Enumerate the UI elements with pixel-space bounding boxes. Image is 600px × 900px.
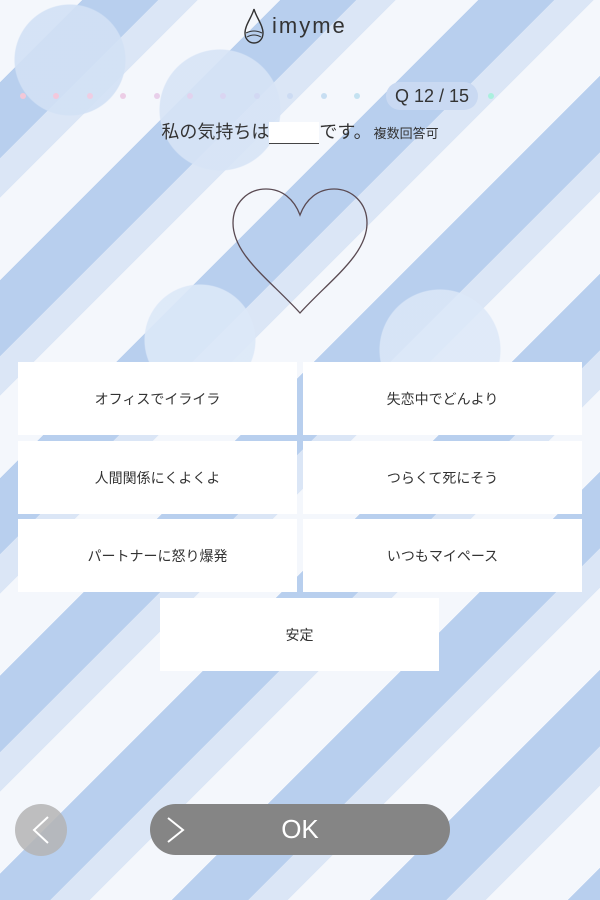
progress-dot	[187, 93, 193, 99]
option-office-irritated[interactable]: オフィスでイライラ	[18, 362, 297, 435]
progress-dot	[253, 93, 260, 99]
option-my-pace[interactable]: いつもマイペース	[303, 519, 582, 592]
progress-dot	[354, 93, 360, 99]
progress-dot	[487, 93, 494, 99]
progress-dot	[120, 93, 127, 99]
logo-text: imyme	[272, 13, 347, 38]
option-painful[interactable]: つらくて死にそう	[303, 441, 582, 514]
progress-dot	[20, 93, 26, 99]
ok-label: OK	[281, 814, 319, 844]
question-text: 私の気持ちは です。 複数回答可	[0, 118, 600, 144]
option-partner-anger[interactable]: パートナーに怒り爆発	[18, 519, 297, 592]
progress-dot	[320, 93, 327, 99]
back-button[interactable]	[15, 804, 67, 856]
progress-dot	[220, 93, 227, 99]
progress-dot	[153, 93, 160, 99]
option-heartbroken[interactable]: 失恋中でどんより	[303, 362, 582, 435]
progress-dot	[53, 93, 60, 99]
progress-dot	[86, 93, 93, 99]
question-suffix: です。	[319, 122, 372, 143]
progress-indicator: Q 12 / 15	[0, 82, 600, 110]
heart-outline-icon	[232, 188, 368, 314]
progress-dot	[287, 93, 294, 99]
option-stable[interactable]: 安定	[160, 598, 439, 671]
question-counter-badge: Q 12 / 15	[386, 82, 478, 110]
logo: imyme	[242, 6, 362, 46]
chevron-right-icon	[167, 817, 185, 843]
header: imyme	[0, 0, 600, 50]
chevron-left-icon	[32, 816, 49, 844]
option-relationship-worries[interactable]: 人間関係にくよくよ	[18, 441, 297, 514]
question-prefix: 私の気持ちは	[161, 122, 270, 143]
drop-icon	[244, 8, 264, 44]
answer-blank	[269, 122, 320, 144]
ok-button[interactable]: OK	[150, 804, 450, 855]
multiple-answers-note: 複数回答可	[373, 127, 439, 142]
